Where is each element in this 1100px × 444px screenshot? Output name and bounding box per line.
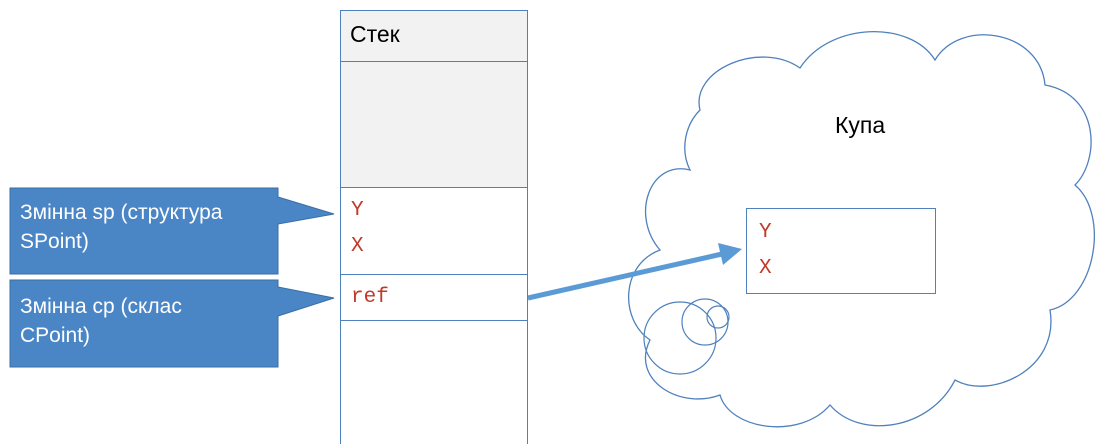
stack-field-y: Y xyxy=(351,199,364,222)
callout-struct: Змінна sp (структура SPoint) xyxy=(20,198,222,256)
stack-ref-cell: ref xyxy=(340,274,528,321)
heap-object: Y X xyxy=(746,208,936,294)
stack-field-x: X xyxy=(351,235,364,258)
callout-class: Змінна cp (склас CPoint) xyxy=(20,292,182,350)
stack-header: Стек xyxy=(340,10,528,62)
stack-ref-label: ref xyxy=(351,286,389,309)
stack-empty-cell xyxy=(340,61,528,188)
stack-struct-cell: Y X xyxy=(340,187,528,275)
callout-struct-line2: SPoint) xyxy=(20,230,89,253)
callout-class-line2: CPoint) xyxy=(20,324,91,347)
heap-field-x: X xyxy=(759,257,772,280)
heap-field-y: Y xyxy=(759,221,772,244)
callout-struct-line1: Змінна sp (структура xyxy=(20,201,223,224)
callout-class-line1: Змінна cp (склас xyxy=(20,295,182,318)
stack-title: Стек xyxy=(350,21,400,47)
heap-title: Купа xyxy=(835,112,886,138)
